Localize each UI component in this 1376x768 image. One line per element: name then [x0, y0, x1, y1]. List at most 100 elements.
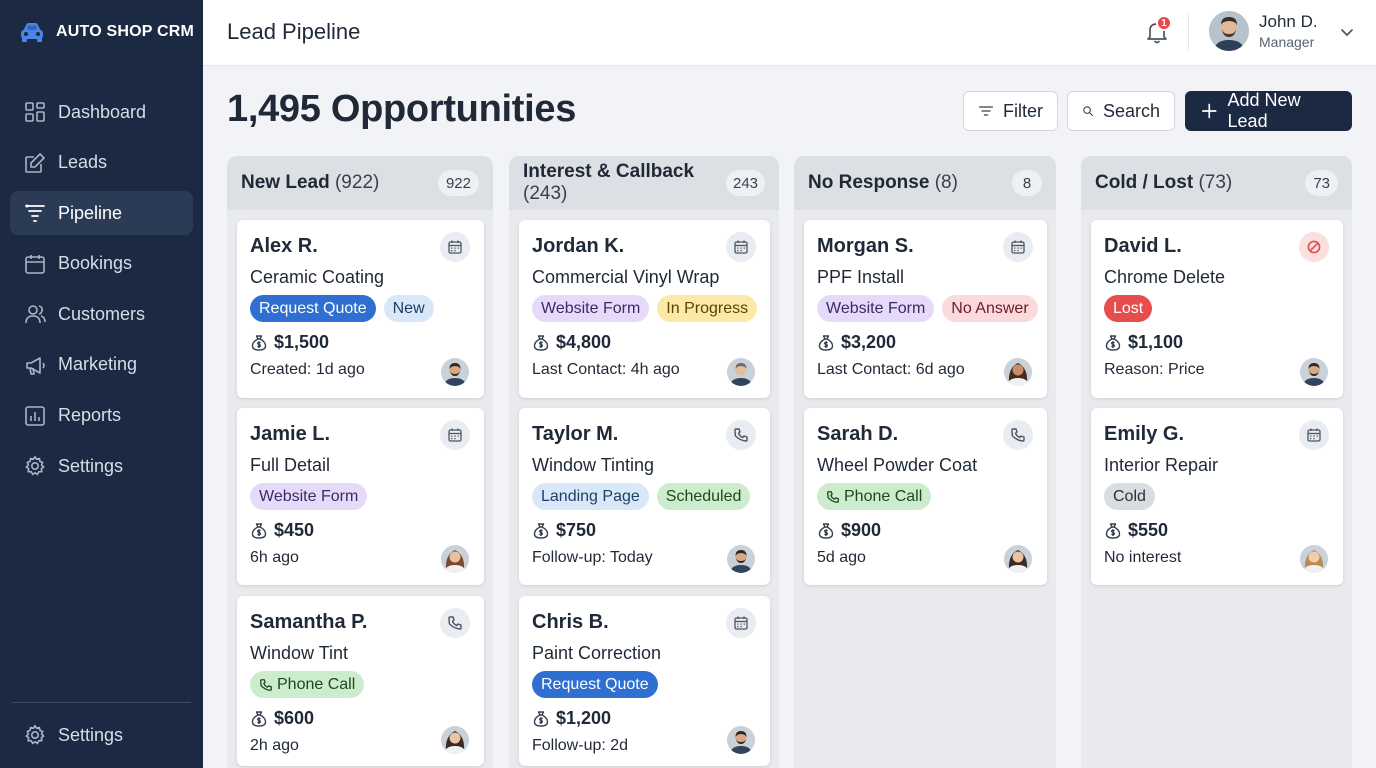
megaphone-icon: [26, 357, 45, 375]
lead-service: Chrome Delete: [1104, 267, 1226, 287]
calendar-button[interactable]: [440, 420, 470, 450]
user-avatar-image: [1209, 11, 1249, 51]
lead-card[interactable]: Sarah D. Wheel Powder Coat Phone Call $900 5…: [804, 408, 1047, 585]
tag-list: Landing Page Scheduled: [532, 483, 757, 510]
search-button-label: Search: [1102, 100, 1160, 121]
source-tag: Lost: [1104, 295, 1153, 322]
phone-icon: [734, 428, 748, 442]
money-bag-icon: [1105, 522, 1121, 539]
dashboard-icon: [25, 102, 45, 122]
sidebar-item-marketing[interactable]: Marketing: [10, 343, 193, 387]
lead-amount: $900: [817, 520, 1034, 541]
lead-meta: 6h ago: [250, 549, 299, 566]
phone-button[interactable]: [1003, 420, 1033, 450]
sidebar: AUTO SHOP CRM Dashboard Leads Pipeline B…: [0, 0, 203, 768]
avatar: [441, 358, 469, 386]
lead-card[interactable]: Jordan K. Commercial Vinyl Wrap Website Fo…: [519, 220, 770, 398]
sidebar-item-label: Leads: [58, 152, 108, 173]
lead-card[interactable]: Samantha P. Window Tint Phone Call $600 2h a…: [237, 596, 484, 766]
column-title: New Lead (922): [241, 172, 379, 194]
filter-button[interactable]: Filter: [963, 91, 1058, 131]
money-bag-icon: [251, 522, 267, 539]
ban-button[interactable]: [1299, 232, 1329, 262]
sidebar-item-dashboard[interactable]: Dashboard: [10, 90, 193, 134]
calendar-icon: [734, 240, 748, 254]
sidebar-item-bookings[interactable]: Bookings: [10, 242, 193, 286]
money-bag-icon: [533, 522, 549, 539]
sidebar-item-settings[interactable]: Settings: [10, 444, 193, 488]
calendar-button[interactable]: [726, 232, 756, 262]
sidebar-divider: [12, 702, 191, 703]
lead-meta: Reason: Price: [1104, 361, 1205, 378]
column-header[interactable]: New Lead (922) 922: [227, 156, 493, 210]
avatar: [1209, 11, 1249, 51]
avatar: [1300, 358, 1328, 386]
search-button[interactable]: Search: [1067, 91, 1175, 131]
lead-amount: $4,800: [532, 332, 757, 353]
lead-amount: $450: [250, 520, 471, 541]
calendar-button[interactable]: [440, 232, 470, 262]
brand[interactable]: AUTO SHOP CRM: [18, 18, 194, 46]
amount-value: $750: [556, 520, 597, 540]
user-role: Manager: [1259, 34, 1315, 50]
column-header[interactable]: Cold / Lost (73) 73: [1081, 156, 1352, 210]
source-tag: Website Form: [532, 295, 650, 322]
lead-card[interactable]: Jamie L. Full Detail Website Form $450 6h ag…: [237, 408, 484, 585]
lead-card[interactable]: Emily G. Interior Repair Cold $550 No intere…: [1091, 408, 1343, 585]
column-count: (73): [1198, 172, 1233, 193]
lead-card[interactable]: David L. Chrome Delete Lost $1,100 Reason: P…: [1091, 220, 1343, 398]
tag-list: Website Form In Progress: [532, 295, 758, 322]
source-tag: In Progress: [657, 295, 758, 322]
filter-button-label: Filter: [1003, 100, 1043, 121]
sidebar-item-settings-bottom[interactable]: Settings: [10, 713, 193, 757]
lead-amount: $750: [532, 520, 757, 541]
money-bag-icon: [818, 522, 834, 539]
avatar: [1004, 358, 1032, 386]
calendar-button[interactable]: [1003, 232, 1033, 262]
top-bar: Lead Pipeline 1 John D. Manager: [203, 0, 1376, 66]
source-tag: Cold: [1104, 483, 1155, 510]
sidebar-item-label: Reports: [58, 405, 122, 426]
column-header[interactable]: Interest & Callback (243) 243: [509, 156, 779, 210]
column-header[interactable]: No Response (8) 8: [794, 156, 1056, 210]
gear-icon: [25, 724, 45, 745]
chart-icon: [25, 405, 45, 426]
lead-card[interactable]: Alex R. Ceramic Coating Request Quote New $1…: [237, 220, 484, 398]
lead-name: Chris B.: [532, 611, 609, 633]
lead-meta: Follow-up: 2d: [532, 737, 629, 754]
sidebar-bottom: Settings: [10, 713, 193, 764]
source-tag: Website Form: [817, 295, 935, 322]
calendar-button[interactable]: [726, 608, 756, 638]
source-tag: Scheduled: [656, 483, 751, 510]
lead-meta: 5d ago: [817, 549, 866, 566]
add-new-lead-button[interactable]: Add New Lead: [1185, 90, 1352, 131]
column-title: Interest & Callback (243): [523, 161, 726, 205]
phone-button[interactable]: [440, 608, 470, 638]
calendar-icon: [1307, 428, 1321, 442]
chevron-down-icon[interactable]: [1339, 24, 1355, 40]
lead-card[interactable]: Taylor M. Window Tinting Landing Page Sched…: [519, 408, 770, 585]
lead-amount: $3,200: [817, 332, 1034, 353]
avatar: [1300, 545, 1328, 573]
lead-card[interactable]: Morgan S. PPF Install Website Form No Answe…: [804, 220, 1047, 398]
lead-meta: Last Contact: 4h ago: [532, 361, 680, 378]
calendar-button[interactable]: [1299, 420, 1329, 450]
lead-meta: Last Contact: 6d ago: [817, 361, 965, 378]
sidebar-item-leads[interactable]: Leads: [10, 141, 193, 185]
phone-button[interactable]: [726, 420, 756, 450]
column-title-text: Interest & Callback: [523, 161, 695, 182]
tag-label: Phone Call: [844, 487, 923, 505]
sidebar-item-reports[interactable]: Reports: [10, 394, 193, 438]
sidebar-item-customers[interactable]: Customers: [10, 292, 193, 336]
user-menu[interactable]: John D. Manager: [1209, 11, 1318, 51]
money-bag-icon: [251, 710, 267, 727]
lead-card[interactable]: Chris B. Paint Correction Request Quote $1,…: [519, 596, 770, 766]
gear-icon: [25, 455, 45, 476]
source-tag: Request Quote: [250, 295, 376, 322]
column-count-badge: 243: [725, 170, 765, 196]
amount-value: $4,800: [556, 332, 612, 352]
calendar-icon: [734, 616, 748, 630]
source-tag: Request Quote: [532, 671, 658, 698]
lead-meta: No interest: [1104, 549, 1182, 566]
sidebar-item-pipeline[interactable]: Pipeline: [10, 191, 193, 236]
